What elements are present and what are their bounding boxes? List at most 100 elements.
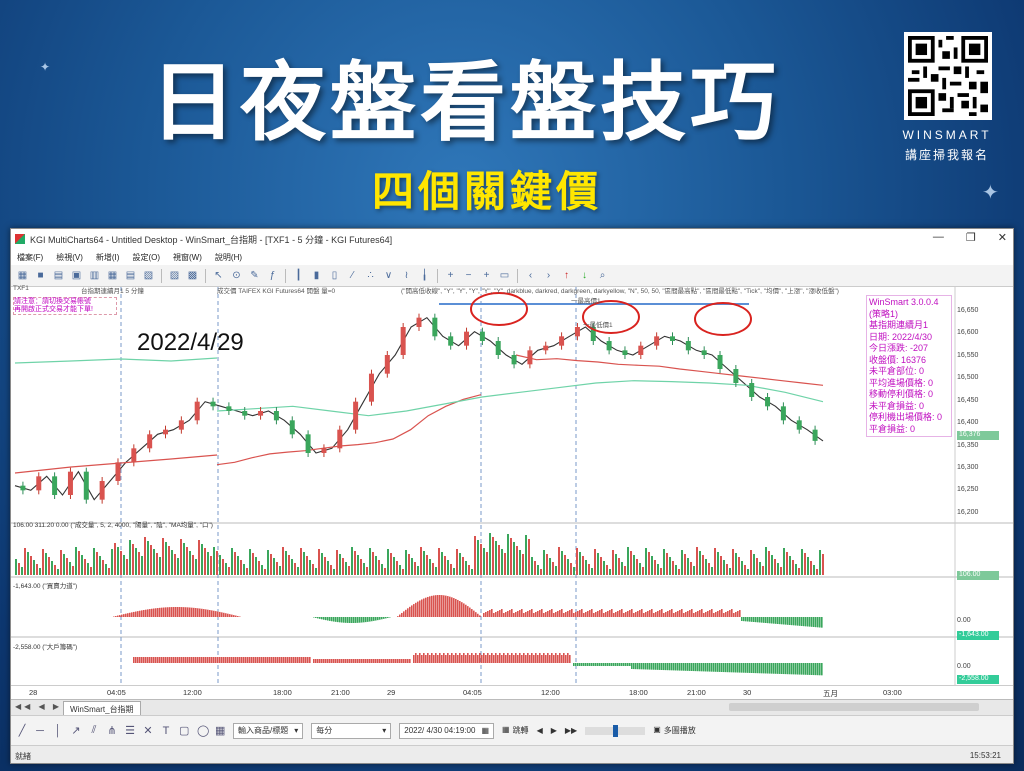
- sheet-icon[interactable]: ▧: [143, 270, 154, 281]
- indicator-icon[interactable]: ƒ: [267, 270, 278, 281]
- table-icon[interactable]: ▤: [125, 270, 136, 281]
- zigzag-icon[interactable]: ≀: [401, 270, 412, 281]
- info-line: 平均進場價格: 0: [869, 377, 934, 388]
- buy-arrow-icon[interactable]: ↑: [561, 270, 572, 281]
- holder-bar: [187, 657, 189, 663]
- power-bar: [209, 610, 211, 617]
- grid-icon[interactable]: ▦: [107, 270, 118, 281]
- power-bar: [151, 608, 153, 617]
- pitchfork-tool-icon[interactable]: ⋔: [107, 724, 117, 737]
- volume-bar: [75, 547, 77, 575]
- fibonacci-tool-icon[interactable]: ☰: [125, 724, 135, 737]
- candle-chart-icon[interactable]: ▮: [311, 270, 322, 281]
- minimize-button[interactable]: —: [933, 231, 944, 244]
- holder-bar: [133, 657, 135, 663]
- crosshair-icon[interactable]: +: [481, 270, 492, 281]
- menu-settings[interactable]: 設定(O): [132, 252, 160, 263]
- slider-thumb[interactable]: [613, 724, 619, 737]
- menu-file[interactable]: 檔案(F): [17, 252, 43, 263]
- power-bar: [545, 612, 547, 617]
- text-tool-icon[interactable]: T: [161, 725, 171, 737]
- power-bar: [737, 611, 739, 617]
- scroll-left-icon[interactable]: ‹: [525, 270, 536, 281]
- datetime-input[interactable]: 2022/ 4/30 04:19:00 ▦: [399, 722, 494, 739]
- holder-bar: [675, 663, 677, 671]
- step-button[interactable]: ▶▶: [565, 726, 577, 735]
- line-tool-icon[interactable]: ╱: [17, 724, 27, 737]
- bar-chart-icon[interactable]: ┃: [293, 270, 304, 281]
- horizontal-scrollbar[interactable]: [729, 703, 979, 711]
- holder-bar: [285, 657, 287, 663]
- line-chart-icon[interactable]: ⁄: [347, 270, 358, 281]
- holder-bar: [669, 663, 671, 671]
- cursor-icon[interactable]: ↖: [213, 270, 224, 281]
- menu-window[interactable]: 視窗(W): [173, 252, 202, 263]
- gann-tool-icon[interactable]: ✕: [143, 724, 153, 737]
- holder-bar: [141, 657, 143, 663]
- play-forward-button[interactable]: ▶: [551, 726, 557, 735]
- menu-view[interactable]: 檢視(V): [56, 252, 83, 263]
- new-chart-icon[interactable]: ▦: [17, 270, 28, 281]
- scanner-icon[interactable]: ▨: [169, 270, 180, 281]
- holder-bar: [263, 657, 265, 663]
- volume-bar: [675, 565, 677, 575]
- pen-icon[interactable]: ✎: [249, 270, 260, 281]
- power-bar: [529, 610, 531, 617]
- volume-bar: [213, 547, 215, 575]
- ellipse-tool-icon[interactable]: ◯: [197, 724, 209, 737]
- hollow-candle-icon[interactable]: ▯: [329, 270, 340, 281]
- volume-bar: [585, 560, 587, 575]
- hline-tool-icon[interactable]: ─: [35, 725, 45, 737]
- zoom-icon[interactable]: ⌕: [597, 270, 608, 281]
- window-icon[interactable]: ▣: [71, 270, 82, 281]
- info-line: 基指期連續月1: [869, 320, 929, 330]
- vline-tool-icon[interactable]: │: [53, 725, 63, 737]
- scroll-right-icon[interactable]: ›: [543, 270, 554, 281]
- volume-bar: [288, 555, 290, 575]
- zoom-in-icon[interactable]: +: [445, 270, 456, 281]
- grid-tool-icon[interactable]: ▦: [215, 724, 225, 737]
- candle-body: [258, 411, 264, 416]
- menu-help[interactable]: 說明(H): [215, 252, 242, 263]
- jump-button[interactable]: ▦ 跳轉: [502, 725, 529, 736]
- multi-play-button[interactable]: ▣ 多圖播放: [653, 725, 696, 736]
- maximize-button[interactable]: ❐: [966, 231, 976, 244]
- power-bar: [619, 610, 621, 617]
- pointer-icon[interactable]: ⊙: [231, 270, 242, 281]
- power-bar: [539, 610, 541, 617]
- holder-bar: [301, 657, 303, 663]
- power-bar: [663, 613, 665, 617]
- pf-chart-icon[interactable]: ∨: [383, 270, 394, 281]
- candle-body: [337, 429, 343, 449]
- chart-area[interactable]: TXF1 台指期連續月1 5 分鐘 成交價 TAIFEX KGI Futures…: [11, 285, 1013, 685]
- play-speed-slider[interactable]: [585, 724, 646, 737]
- holder-bar: [373, 659, 375, 663]
- menu-insert[interactable]: 新增(I): [96, 252, 120, 263]
- time-tick: 12:00: [541, 688, 560, 697]
- toolbar-separator: [437, 268, 438, 283]
- volume-bar: [168, 546, 170, 575]
- save-icon[interactable]: ■: [35, 270, 46, 281]
- kagi-icon[interactable]: ╽: [419, 270, 430, 281]
- sell-arrow-icon[interactable]: ↓: [579, 270, 590, 281]
- holder-bar: [503, 653, 505, 663]
- power-bar: [205, 609, 207, 617]
- power-bar: [701, 609, 703, 617]
- close-button[interactable]: ✕: [998, 231, 1007, 244]
- ray-tool-icon[interactable]: ↗: [71, 724, 81, 737]
- volume-bar: [537, 565, 539, 575]
- layout-icon[interactable]: ▥: [89, 270, 100, 281]
- open-icon[interactable]: ▤: [53, 270, 64, 281]
- product-select[interactable]: 輸入商品/標題 ▾: [233, 722, 304, 739]
- price-tick: 16,550: [957, 352, 979, 359]
- play-back-button[interactable]: ◀: [537, 726, 543, 735]
- dot-chart-icon[interactable]: ∴: [365, 270, 376, 281]
- channel-tool-icon[interactable]: ⫽: [89, 724, 99, 737]
- dom-icon[interactable]: ▩: [187, 270, 198, 281]
- rect-tool-icon[interactable]: ▢: [179, 724, 189, 737]
- holder-bar: [541, 655, 543, 663]
- zoom-out-icon[interactable]: −: [463, 270, 474, 281]
- interval-select[interactable]: 每分 ▾: [311, 722, 392, 739]
- power-bar: [227, 613, 229, 617]
- data-window-icon[interactable]: ▭: [499, 270, 510, 281]
